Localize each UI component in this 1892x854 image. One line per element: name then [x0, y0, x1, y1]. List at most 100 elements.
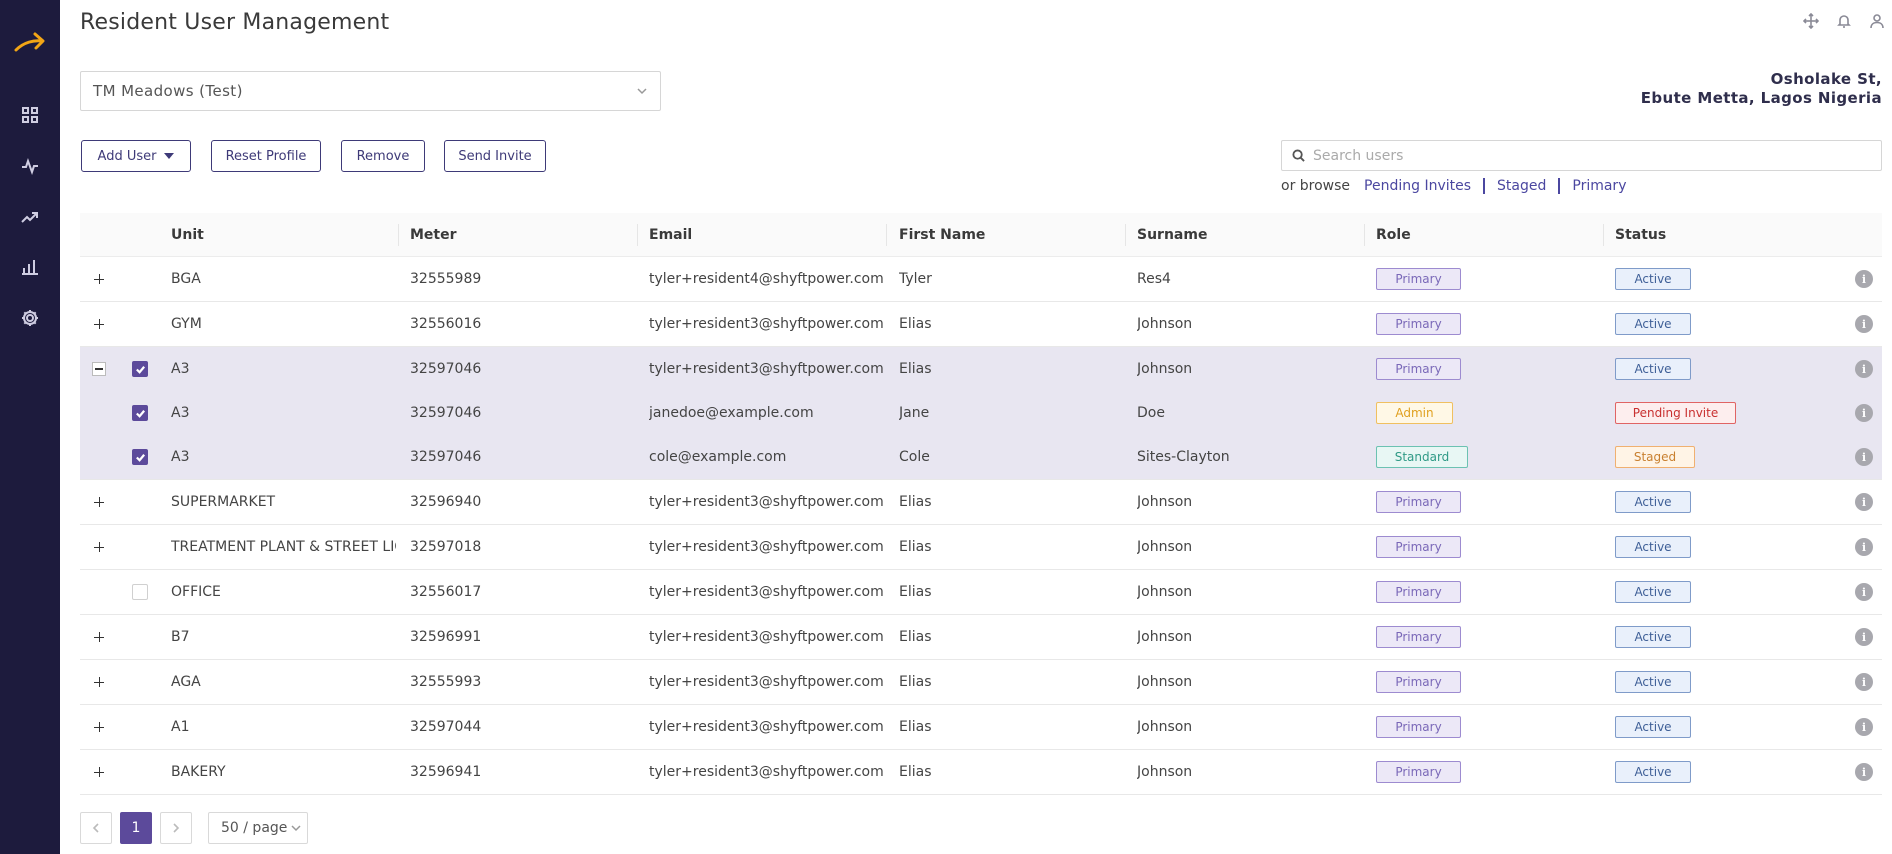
- cell-unit: A3: [171, 405, 190, 421]
- column-header-role[interactable]: Role: [1376, 213, 1411, 257]
- expand-row-button[interactable]: [92, 765, 106, 779]
- expand-row-button[interactable]: [92, 720, 106, 734]
- expand-row-button[interactable]: [92, 495, 106, 509]
- cell-surname: Johnson: [1137, 539, 1193, 555]
- remove-label: Remove: [356, 148, 410, 164]
- pulse-icon[interactable]: [19, 155, 41, 177]
- info-icon[interactable]: i: [1855, 538, 1873, 556]
- role-badge: Primary: [1376, 626, 1461, 648]
- next-page-button[interactable]: [160, 812, 192, 844]
- table-row[interactable]: GYM 32556016 tyler+resident3@shyftpower.…: [80, 302, 1882, 347]
- info-icon[interactable]: i: [1855, 270, 1873, 288]
- table-row[interactable]: A3 32597046 tyler+resident3@shyftpower.c…: [80, 347, 1882, 391]
- info-icon[interactable]: i: [1855, 583, 1873, 601]
- table-row[interactable]: A1 32597044 tyler+resident3@shyftpower.c…: [80, 705, 1882, 750]
- role-badge: Primary: [1376, 581, 1461, 603]
- table-row[interactable]: B7 32596991 tyler+resident3@shyftpower.c…: [80, 615, 1882, 660]
- column-header-first-name[interactable]: First Name: [899, 213, 985, 257]
- status-badge: Active: [1615, 626, 1691, 648]
- cell-email: tyler+resident3@shyftpower.com: [649, 764, 884, 780]
- gear-icon[interactable]: [19, 307, 41, 329]
- expand-row-button[interactable]: [92, 630, 106, 644]
- table-row[interactable]: A3 32597046 cole@example.com Cole Sites-…: [80, 435, 1882, 480]
- browse-staged-link[interactable]: Staged: [1497, 178, 1546, 194]
- page-size-select[interactable]: 50 / page: [208, 812, 308, 844]
- cell-unit: GYM: [171, 316, 202, 332]
- cell-email: cole@example.com: [649, 449, 787, 465]
- column-header-status[interactable]: Status: [1615, 213, 1666, 257]
- cell-surname: Johnson: [1137, 629, 1193, 645]
- row-checkbox[interactable]: [132, 449, 148, 465]
- cell-meter: 32596940: [410, 494, 482, 510]
- cell-meter: 32597046: [410, 449, 482, 465]
- page-number-button[interactable]: 1: [120, 812, 152, 844]
- table-row[interactable]: BAKERY 32596941 tyler+resident3@shyftpow…: [80, 750, 1882, 795]
- info-icon[interactable]: i: [1855, 493, 1873, 511]
- site-select[interactable]: TM Meadows (Test): [80, 71, 661, 111]
- column-header-surname[interactable]: Surname: [1137, 213, 1207, 257]
- table-row[interactable]: BGA 32555989 tyler+resident4@shyftpower.…: [80, 257, 1882, 302]
- role-badge: Primary: [1376, 716, 1461, 738]
- expand-row-button[interactable]: [92, 540, 106, 554]
- cell-unit: A1: [171, 719, 190, 735]
- info-icon[interactable]: i: [1855, 673, 1873, 691]
- info-icon[interactable]: i: [1855, 763, 1873, 781]
- info-icon[interactable]: i: [1855, 448, 1873, 466]
- bell-icon[interactable]: [1835, 12, 1853, 30]
- table-row[interactable]: OFFICE 32556017 tyler+resident3@shyftpow…: [80, 570, 1882, 615]
- collapse-row-button[interactable]: [92, 362, 106, 376]
- cell-meter: 32556017: [410, 584, 482, 600]
- expand-row-button[interactable]: [92, 317, 106, 331]
- row-checkbox[interactable]: [132, 361, 148, 377]
- info-icon[interactable]: i: [1855, 628, 1873, 646]
- table-row[interactable]: TREATMENT PLANT & STREET LIG... 32597018…: [80, 525, 1882, 570]
- cell-meter: 32596991: [410, 629, 482, 645]
- table-row[interactable]: A3 32597046 janedoe@example.com Jane Doe…: [80, 391, 1882, 435]
- cell-email: tyler+resident3@shyftpower.com: [649, 584, 884, 600]
- column-header-meter[interactable]: Meter: [410, 213, 457, 257]
- trend-icon[interactable]: [19, 206, 41, 228]
- add-user-button[interactable]: Add User: [81, 140, 191, 172]
- cell-meter: 32597044: [410, 719, 482, 735]
- chevron-right-icon: [173, 823, 180, 833]
- bar-chart-icon[interactable]: [19, 256, 41, 278]
- info-icon[interactable]: i: [1855, 718, 1873, 736]
- send-invite-button[interactable]: Send Invite: [444, 140, 546, 172]
- status-badge: Active: [1615, 671, 1691, 693]
- status-badge: Active: [1615, 313, 1691, 335]
- logo-icon[interactable]: [12, 28, 48, 58]
- info-icon[interactable]: i: [1855, 404, 1873, 422]
- info-icon[interactable]: i: [1855, 315, 1873, 333]
- browse-primary-link[interactable]: Primary: [1572, 178, 1626, 194]
- row-checkbox[interactable]: [132, 584, 148, 600]
- column-header-unit[interactable]: Unit: [171, 213, 204, 257]
- search-input[interactable]: [1313, 147, 1853, 164]
- prev-page-button[interactable]: [80, 812, 112, 844]
- cell-email: tyler+resident3@shyftpower.com: [649, 539, 884, 555]
- expand-row-button[interactable]: [92, 675, 106, 689]
- expand-row-button[interactable]: [92, 272, 106, 286]
- user-icon[interactable]: [1868, 12, 1886, 30]
- info-icon[interactable]: i: [1855, 360, 1873, 378]
- cell-surname: Sites-Clayton: [1137, 449, 1230, 465]
- cell-email: tyler+resident3@shyftpower.com: [649, 361, 884, 377]
- cell-first-name: Cole: [899, 449, 930, 465]
- cell-unit: TREATMENT PLANT & STREET LIG...: [171, 539, 396, 555]
- grid-icon[interactable]: [19, 104, 41, 126]
- cell-first-name: Elias: [899, 494, 932, 510]
- row-checkbox[interactable]: [132, 405, 148, 421]
- status-badge: Active: [1615, 358, 1691, 380]
- plus-icon: [94, 632, 104, 642]
- divider: [637, 224, 638, 246]
- table-row[interactable]: AGA 32555993 tyler+resident3@shyftpower.…: [80, 660, 1882, 705]
- cell-first-name: Elias: [899, 674, 932, 690]
- table-row[interactable]: SUPERMARKET 32596940 tyler+resident3@shy…: [80, 480, 1882, 525]
- column-header-email[interactable]: Email: [649, 213, 692, 257]
- status-badge: Active: [1615, 716, 1691, 738]
- cell-email: tyler+resident3@shyftpower.com: [649, 316, 884, 332]
- browse-pending-invites-link[interactable]: Pending Invites: [1364, 178, 1471, 194]
- reset-profile-button[interactable]: Reset Profile: [211, 140, 321, 172]
- move-icon[interactable]: [1802, 12, 1820, 30]
- page-title: Resident User Management: [80, 10, 390, 35]
- remove-button[interactable]: Remove: [341, 140, 425, 172]
